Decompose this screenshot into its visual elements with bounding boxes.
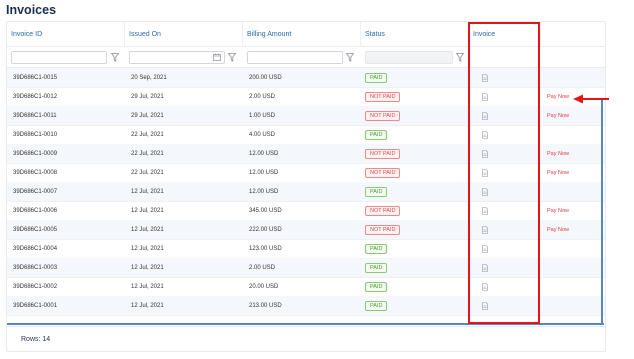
status-badge: PAID xyxy=(365,73,388,83)
issued-on-cell: 12 Jul, 2021 xyxy=(131,208,164,214)
pay-now-link[interactable]: Pay Now xyxy=(547,106,569,126)
billing-amount-cell: 1.00 USD xyxy=(249,113,276,119)
invoice-id-cell: 39D686C1-0002 xyxy=(13,284,58,290)
issued-on-cell: 12 Jul, 2021 xyxy=(131,303,164,309)
filter-icon[interactable] xyxy=(346,53,354,62)
column-header-action xyxy=(541,22,605,47)
pay-now-link[interactable]: Pay Now xyxy=(547,144,569,164)
invoice-id-cell: 39D686C1-0012 xyxy=(13,94,58,100)
issued-on-cell: 22 Jul, 2021 xyxy=(131,151,164,157)
issued-on-filter-input[interactable] xyxy=(129,51,225,64)
status-badge: NOT PAID xyxy=(365,149,401,159)
invoice-id-cell: 39D686C1-0004 xyxy=(13,246,58,252)
invoices-page: Invoices Invoice ID Issued On Billing Am… xyxy=(0,0,634,359)
invoice-id-cell: 39D686C1-0009 xyxy=(13,151,58,157)
status-badge: NOT PAID xyxy=(365,206,401,216)
pay-now-link[interactable]: Pay Now xyxy=(547,201,569,221)
issued-on-cell: 22 Jul, 2021 xyxy=(131,170,164,176)
column-header-issued-on[interactable]: Issued On xyxy=(125,22,243,47)
issued-on-cell: 29 Jul, 2021 xyxy=(131,94,164,100)
billing-amount-cell: 12.00 USD xyxy=(249,151,279,157)
issued-on-cell: 22 Jul, 2021 xyxy=(131,132,164,138)
issued-on-cell: 20 Sep, 2021 xyxy=(131,75,167,81)
arrow-left-icon xyxy=(573,94,609,104)
issued-on-cell: 12 Jul, 2021 xyxy=(131,246,164,252)
issued-on-cell: 12 Jul, 2021 xyxy=(131,265,164,271)
invoice-id-cell: 39D686C1-0003 xyxy=(13,265,58,271)
status-badge: PAID xyxy=(365,187,388,197)
invoice-id-cell: 39D686C1-0008 xyxy=(13,170,58,176)
page-title: Invoices xyxy=(6,3,57,17)
status-badge: NOT PAID xyxy=(365,111,401,121)
pay-now-link[interactable]: Pay Now xyxy=(547,220,569,240)
status-badge: PAID xyxy=(365,263,388,273)
billing-amount-filter-input[interactable] xyxy=(247,51,343,64)
billing-amount-cell: 200.00 USD xyxy=(249,75,282,81)
issued-on-cell: 12 Jul, 2021 xyxy=(131,284,164,290)
status-badge: NOT PAID xyxy=(365,225,401,235)
filter-icon[interactable] xyxy=(111,53,119,62)
billing-amount-cell: 12.00 USD xyxy=(249,189,279,195)
billing-amount-cell: 12.00 USD xyxy=(249,170,279,176)
filter-icon[interactable] xyxy=(456,53,464,62)
issued-on-cell: 12 Jul, 2021 xyxy=(131,227,164,233)
status-badge: NOT PAID xyxy=(365,92,401,102)
invoice-id-cell: 39D686C1-0011 xyxy=(13,113,57,119)
filter-icon[interactable] xyxy=(228,53,236,62)
status-badge: NOT PAID xyxy=(365,168,401,178)
billing-amount-cell: 222.00 USD xyxy=(249,227,282,233)
status-badge: PAID xyxy=(365,244,388,254)
issued-on-cell: 12 Jul, 2021 xyxy=(131,189,164,195)
column-header-status[interactable]: Status xyxy=(361,22,469,47)
pay-now-link[interactable]: Pay Now xyxy=(547,87,569,107)
calendar-icon[interactable] xyxy=(213,53,221,61)
billing-amount-cell: 213.00 USD xyxy=(249,303,282,309)
invoice-id-cell: 39D686C1-0010 xyxy=(13,132,58,138)
invoice-id-cell: 39D686C1-0006 xyxy=(13,208,58,214)
rows-count: Rows: 14 xyxy=(21,336,51,343)
invoice-id-filter-input[interactable] xyxy=(11,51,107,64)
issued-on-cell: 29 Jul, 2021 xyxy=(131,113,164,119)
billing-amount-cell: 123.00 USD xyxy=(249,246,282,252)
column-header-invoice-id[interactable]: Invoice ID xyxy=(7,22,125,47)
grid-footer: Rows: 14 xyxy=(7,326,605,353)
billing-amount-cell: 2.00 USD xyxy=(249,94,276,100)
status-badge: PAID xyxy=(365,282,388,292)
vertical-scrollbar[interactable] xyxy=(601,98,603,323)
billing-amount-cell: 4.00 USD xyxy=(249,132,276,138)
status-filter-select[interactable] xyxy=(365,51,453,64)
billing-amount-cell: 2.00 USD xyxy=(249,265,276,271)
status-badge: PAID xyxy=(365,301,388,311)
status-badge: PAID xyxy=(365,130,388,140)
invoice-column-highlight xyxy=(468,22,540,324)
invoice-id-cell: 39D686C1-0001 xyxy=(13,303,58,309)
invoice-id-cell: 39D686C1-0007 xyxy=(13,189,58,195)
invoice-id-cell: 39D686C1-0005 xyxy=(13,227,58,233)
pay-now-link[interactable]: Pay Now xyxy=(547,163,569,183)
invoice-id-cell: 39D686C1-0015 xyxy=(13,75,58,81)
column-header-billing-amount[interactable]: Billing Amount xyxy=(243,22,361,47)
billing-amount-cell: 345.00 USD xyxy=(249,208,282,214)
billing-amount-cell: 20.00 USD xyxy=(249,284,279,290)
